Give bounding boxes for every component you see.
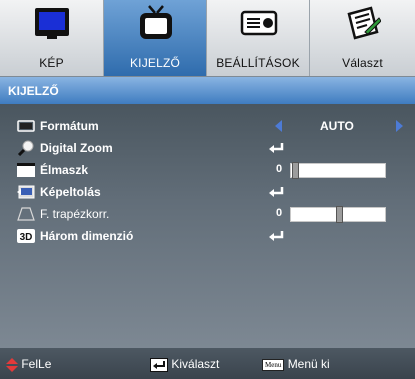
footer-updown-label: FelLe	[21, 357, 52, 371]
tv-icon	[140, 5, 172, 39]
enter-icon	[269, 187, 284, 197]
tab-label: KÉP	[39, 56, 64, 70]
menu-item-label: Élmaszk	[40, 163, 89, 177]
osd-menu: KÉP KIJELZŐ BEÁLLÍTÁSOK Választ KIJELZŐ …	[0, 0, 415, 379]
tab-bar: KÉP KIJELZŐ BEÁLLÍTÁSOK Választ	[0, 0, 415, 77]
menu-item-format[interactable]: Formátum AUTO	[0, 116, 415, 137]
slider-knob[interactable]	[336, 206, 343, 223]
section-title: KIJELZŐ	[8, 84, 59, 98]
footer-menu: Menu Menü ki	[262, 357, 330, 371]
enter-icon	[269, 231, 284, 241]
edge-mask-icon	[17, 163, 35, 177]
tab-kep[interactable]: KÉP	[0, 0, 103, 76]
footer-select-label: Kiválaszt	[171, 357, 220, 371]
edge-mask-value: 0	[276, 163, 283, 175]
3d-icon-text: 3D	[20, 232, 33, 243]
notepad-icon	[347, 6, 381, 40]
keystone-value: 0	[276, 207, 283, 219]
menu-item-label: Formátum	[40, 119, 99, 133]
enter-icon	[269, 143, 284, 153]
edge-mask-slider[interactable]	[290, 162, 386, 179]
footer-bar: FelLe Kiválaszt Menu Menü ki	[0, 348, 415, 379]
tab-kijelzo[interactable]: KIJELZŐ	[103, 0, 206, 76]
menu-panel: Formátum AUTO Digital Zoom Élmaszk 0 Kép…	[0, 104, 415, 348]
device-icon	[240, 10, 278, 36]
tab-label: Választ	[342, 56, 383, 70]
menu-item-edge-mask[interactable]: Élmaszk 0	[0, 160, 415, 181]
menu-item-image-shift[interactable]: Képeltolás	[0, 182, 415, 203]
tab-label: BEÁLLÍTÁSOK	[216, 56, 300, 70]
keystone-slider[interactable]	[290, 206, 386, 223]
arrow-left-icon[interactable]	[275, 120, 282, 132]
footer-menu-label: Menü ki	[287, 357, 330, 371]
menu-item-label: Három dimenzió	[40, 229, 134, 243]
monitor-icon	[35, 8, 69, 39]
up-down-arrow-icon	[6, 357, 18, 372]
zoom-icon	[17, 140, 34, 156]
arrow-right-icon[interactable]	[396, 120, 403, 132]
tab-beallitasok[interactable]: BEÁLLÍTÁSOK	[206, 0, 309, 76]
trapezoid-icon	[17, 207, 35, 221]
menu-item-label: F. trapézkorr.	[40, 207, 110, 221]
menu-item-label: Digital Zoom	[40, 141, 113, 155]
menu-key-icon: Menu	[262, 358, 285, 371]
menu-item-digital-zoom[interactable]: Digital Zoom	[0, 138, 415, 159]
3d-icon: 3D	[17, 229, 35, 243]
footer-select: Kiválaszt	[150, 357, 219, 372]
screen-icon	[17, 120, 35, 132]
slider-knob[interactable]	[292, 162, 299, 179]
menu-item-keystone[interactable]: F. trapézkorr. 0	[0, 204, 415, 225]
format-value: AUTO	[320, 119, 354, 133]
tab-valaszt[interactable]: Választ	[309, 0, 415, 76]
menu-item-3d[interactable]: 3D Három dimenzió	[0, 226, 415, 247]
enter-key-icon	[150, 357, 168, 372]
section-title-bar: KIJELZŐ	[0, 77, 415, 104]
image-shift-icon	[17, 185, 35, 199]
footer-updown: FelLe	[6, 357, 51, 372]
menu-item-label: Képeltolás	[40, 185, 101, 199]
tab-label: KIJELZŐ	[129, 56, 181, 70]
